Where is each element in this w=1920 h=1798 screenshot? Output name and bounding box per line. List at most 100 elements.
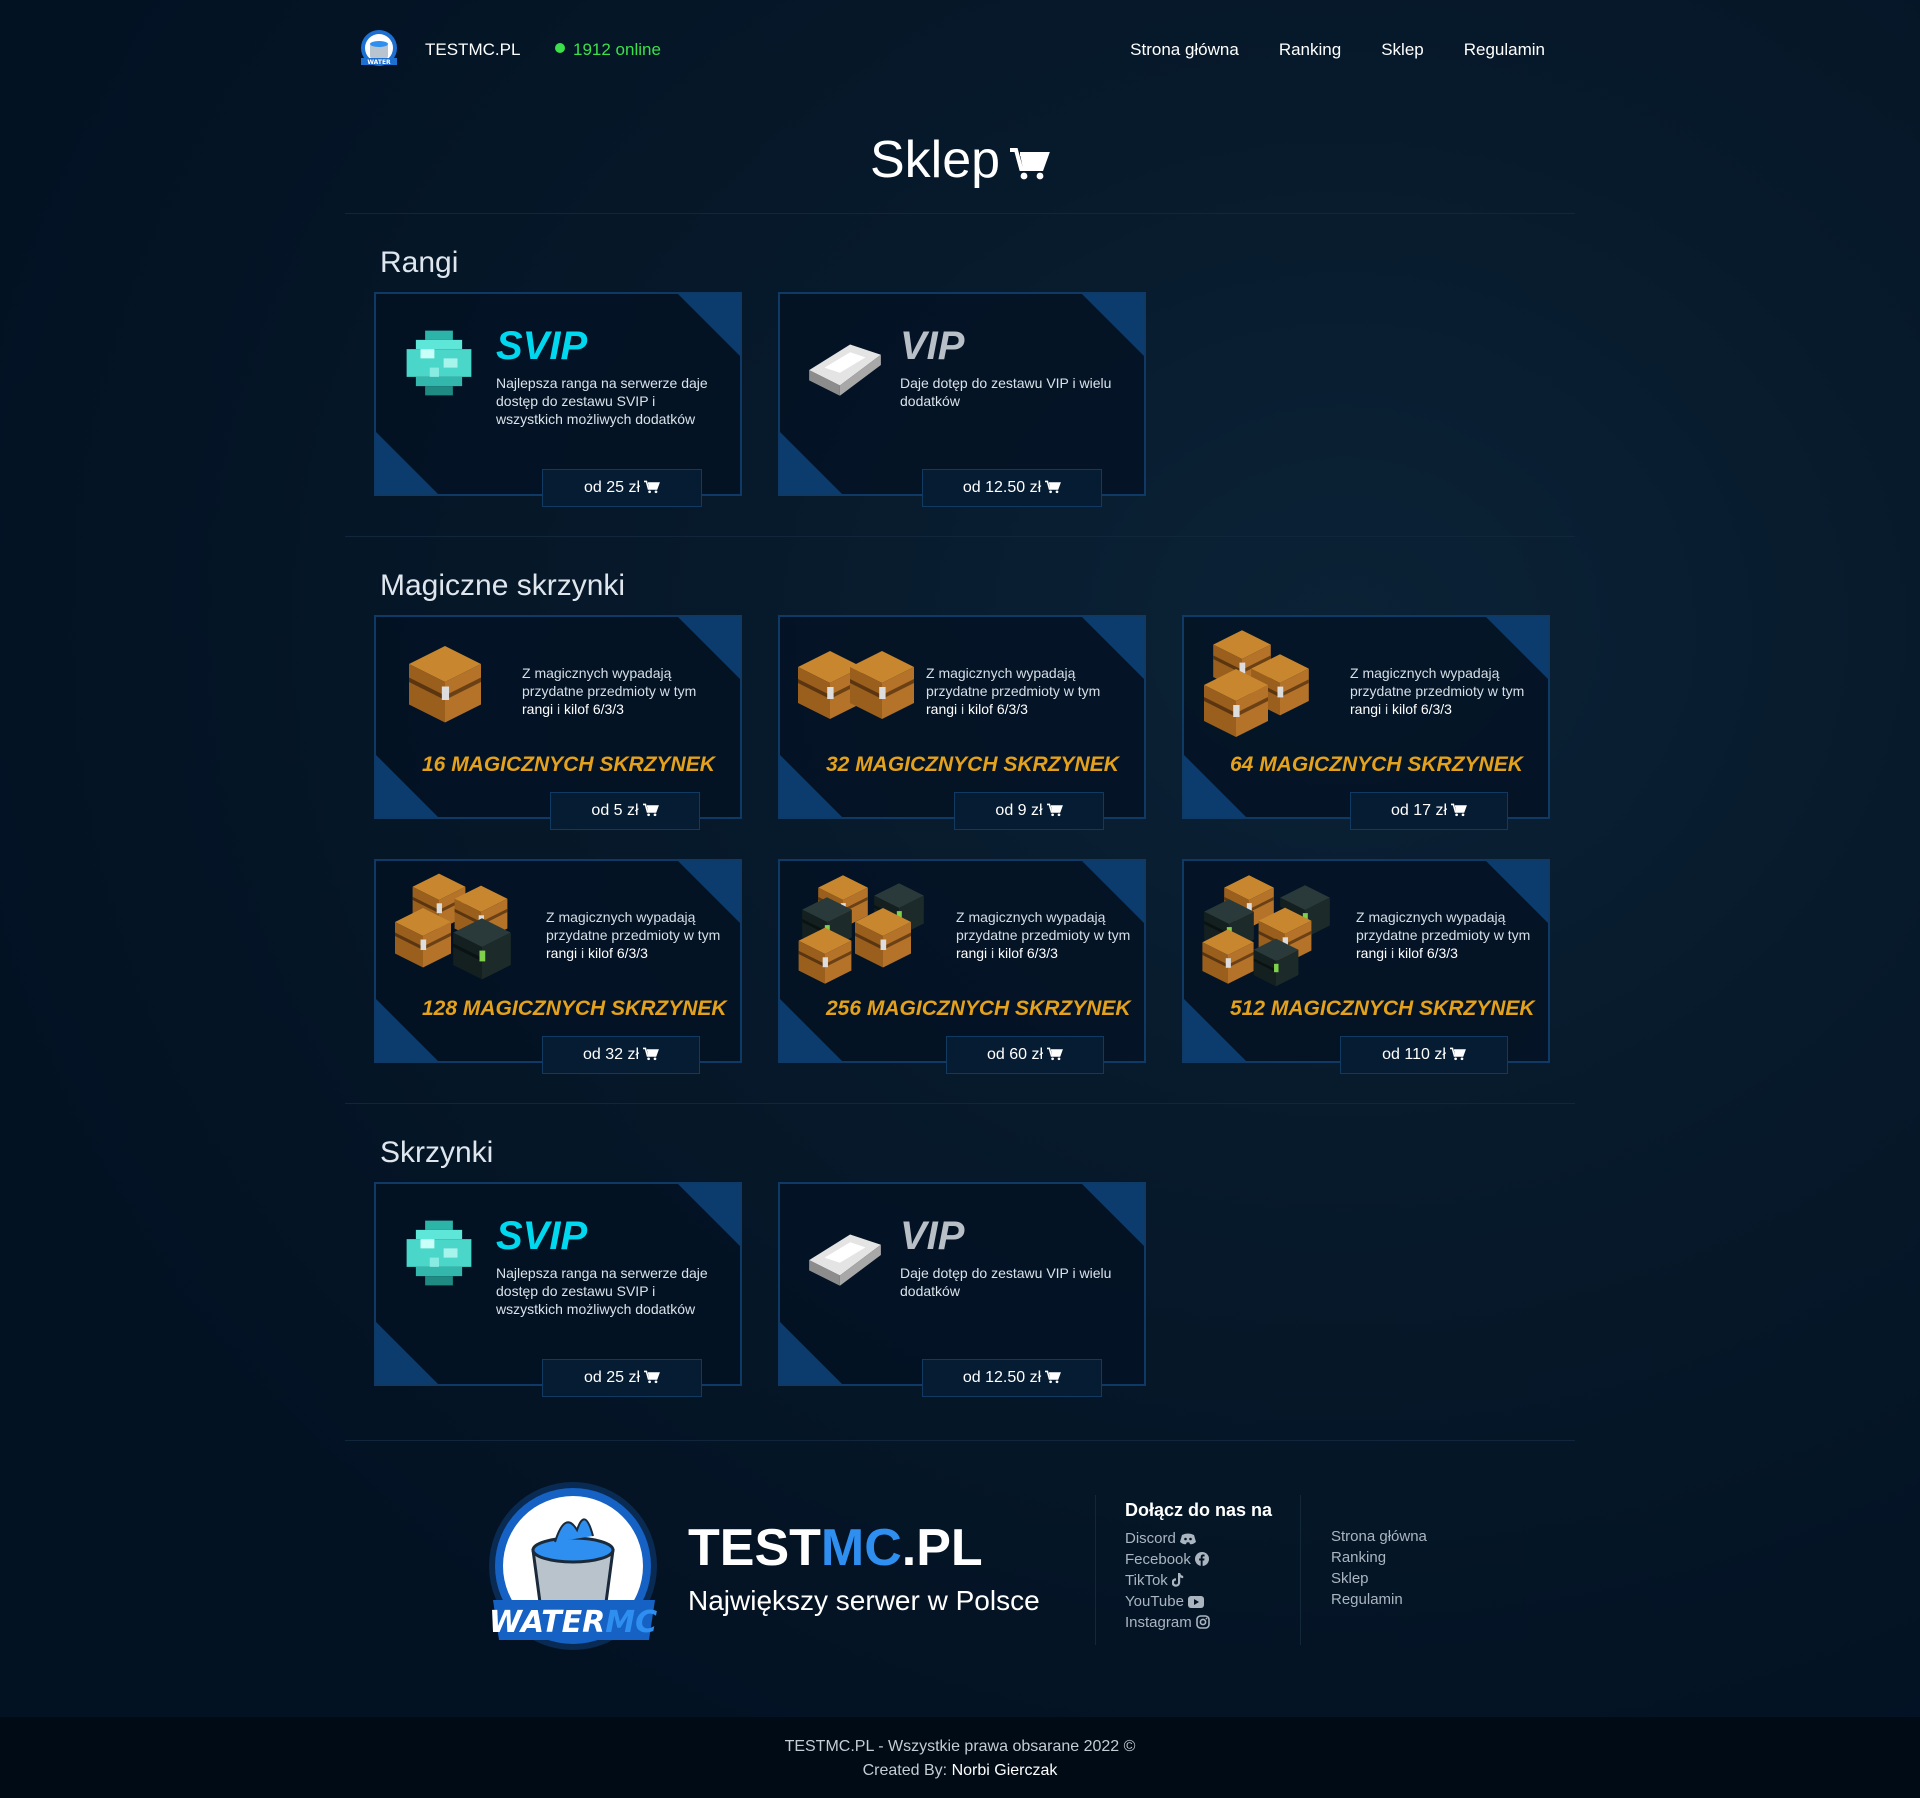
watermc-logo-icon[interactable]: WATER bbox=[357, 28, 403, 70]
desc-kilof: kilof 6/3/3 bbox=[998, 945, 1058, 961]
ender-chest-icon bbox=[1248, 933, 1304, 989]
social-link-facebook[interactable]: Fecebook bbox=[1125, 1549, 1210, 1570]
footer-brand: TESTMC.PL bbox=[688, 1518, 983, 1578]
cart-icon bbox=[1047, 803, 1063, 817]
desc-kilof: kilof 6/3/3 bbox=[564, 701, 624, 717]
cart-icon bbox=[1047, 1047, 1063, 1061]
buy-button[interactable]: od 12.50 zł bbox=[922, 1359, 1102, 1397]
nav-link-rules[interactable]: Regulamin bbox=[1464, 40, 1545, 60]
social-link-tiktok[interactable]: TikTok bbox=[1125, 1570, 1210, 1591]
chest-card-64[interactable]: Z magicznych wypadają przydatne przedmio… bbox=[1182, 615, 1550, 830]
desc-rangi: rangi bbox=[956, 945, 988, 961]
desc-rangi: rangi bbox=[522, 701, 554, 717]
buy-button[interactable]: od 9 zł bbox=[954, 792, 1104, 830]
footer-tagline: Największy serwer w Polsce bbox=[688, 1585, 1040, 1616]
social-link-instagram[interactable]: Instagram bbox=[1125, 1612, 1210, 1633]
author-link[interactable]: Norbi Gierczak bbox=[952, 1762, 1058, 1779]
price-label: od 25 zł bbox=[583, 479, 641, 496]
cart-icon bbox=[1045, 1370, 1061, 1384]
desc-text: i bbox=[957, 701, 969, 717]
buy-button[interactable]: od 110 zł bbox=[1340, 1036, 1508, 1074]
card-corner bbox=[780, 1322, 842, 1384]
card-corner bbox=[678, 294, 740, 356]
section-title-magiczne: Magiczne skrzynki bbox=[380, 569, 626, 602]
social-link-youtube[interactable]: YouTube bbox=[1125, 1591, 1210, 1612]
created-by: Created By: Norbi Gierczak bbox=[0, 1762, 1920, 1780]
footer-link-ranking[interactable]: Ranking bbox=[1331, 1547, 1427, 1568]
footer-link-shop[interactable]: Sklep bbox=[1331, 1568, 1427, 1589]
rank-name: SVIP bbox=[496, 1214, 588, 1258]
cart-icon bbox=[1451, 803, 1467, 817]
copyright: TESTMC.PL - Wszystkie prawa obsarane 202… bbox=[784, 1738, 1136, 1755]
desc-text: Z magicznych wypadają przydatne przedmio… bbox=[926, 665, 1101, 699]
price-label: od 25 zł bbox=[583, 1369, 641, 1386]
bottom-bar bbox=[0, 1717, 1920, 1798]
rank-card-vip[interactable]: VIP Daje dotęp do zestawu VIP i wielu do… bbox=[778, 292, 1146, 507]
card-corner bbox=[376, 1322, 438, 1384]
chest-description: Z magicznych wypadają przydatne przedmio… bbox=[956, 908, 1156, 962]
footer-divider bbox=[1095, 1495, 1096, 1645]
chest-card-256[interactable]: Z magicznych wypadają przydatne przedmio… bbox=[778, 859, 1146, 1074]
buy-button[interactable]: od 60 zł bbox=[946, 1036, 1104, 1074]
rank-description: Najlepsza ranga na serwerze daje dostęp … bbox=[496, 375, 708, 427]
nav-link-shop[interactable]: Sklep bbox=[1381, 40, 1424, 60]
chest-name: 256 MAGICZNYCH SKRZYNEK bbox=[826, 997, 1131, 1020]
card-corner bbox=[780, 432, 842, 494]
watermc-logo-icon: WATERMC bbox=[489, 1482, 657, 1650]
cart-icon bbox=[643, 803, 659, 817]
footer-join-title: Dołącz do nas na bbox=[1125, 1500, 1273, 1520]
nav-link-ranking[interactable]: Ranking bbox=[1279, 40, 1341, 60]
buy-button[interactable]: od 5 zł bbox=[550, 792, 700, 830]
chest-card-16[interactable]: Z magicznych wypadają przydatne przedmio… bbox=[374, 615, 742, 830]
created-label: Created By: bbox=[862, 1762, 952, 1779]
nav-links: Strona główna Ranking Sklep Regulamin bbox=[1130, 40, 1545, 60]
desc-text: Z magicznych wypadają przydatne przedmio… bbox=[522, 665, 697, 699]
page-title: Sklep bbox=[0, 130, 1920, 190]
buy-button[interactable]: od 32 zł bbox=[542, 1036, 700, 1074]
buy-button[interactable]: od 25 zł bbox=[542, 469, 702, 507]
online-count: 1912 online bbox=[555, 40, 661, 60]
nav-brand[interactable]: TESTMC.PL bbox=[425, 40, 520, 60]
desc-rangi: rangi bbox=[546, 945, 578, 961]
chest-name: 64 MAGICZNYCH SKRZYNEK bbox=[1230, 753, 1523, 776]
social-link-discord[interactable]: Discord bbox=[1125, 1528, 1210, 1549]
price-label: od 5 zł bbox=[591, 802, 639, 819]
rank-description: Daje dotęp do zestawu VIP i wielu dodatk… bbox=[900, 1265, 1112, 1299]
chest-card-128[interactable]: Z magicznych wypadają przydatne przedmio… bbox=[374, 859, 742, 1074]
footer-link-home[interactable]: Strona główna bbox=[1331, 1526, 1427, 1547]
buy-button[interactable]: od 17 zł bbox=[1350, 792, 1508, 830]
chest-icon bbox=[400, 637, 490, 727]
divider bbox=[345, 213, 1575, 214]
cart-icon bbox=[1010, 147, 1050, 181]
price-label: od 9 zł bbox=[995, 802, 1043, 819]
buy-button[interactable]: od 12.50 zł bbox=[922, 469, 1102, 507]
crate-card-svip[interactable]: SVIP Najlepsza ranga na serwerze daje do… bbox=[374, 1182, 742, 1397]
facebook-icon bbox=[1194, 1552, 1209, 1566]
nav-link-home[interactable]: Strona główna bbox=[1130, 40, 1239, 60]
crate-card-vip[interactable]: VIP Daje dotęp do zestawu VIP i wielu do… bbox=[778, 1182, 1146, 1397]
cart-icon bbox=[644, 1370, 660, 1384]
svg-text:WATERMC: WATERMC bbox=[489, 1605, 657, 1640]
price-label: od 60 zł bbox=[986, 1046, 1044, 1063]
chest-name: 128 MAGICZNYCH SKRZYNEK bbox=[422, 997, 727, 1020]
desc-text: Z magicznych wypadają przydatne przedmio… bbox=[546, 909, 721, 943]
discord-icon bbox=[1179, 1533, 1196, 1545]
rank-name: SVIP bbox=[496, 324, 588, 368]
chest-card-32[interactable]: Z magicznych wypadają przydatne przedmio… bbox=[778, 615, 1146, 830]
page-title-text: Sklep bbox=[869, 131, 1001, 189]
cart-icon bbox=[1450, 1047, 1466, 1061]
online-dot-icon bbox=[555, 43, 565, 53]
social-label: Fecebook bbox=[1125, 1551, 1191, 1568]
price-label: od 12.50 zł bbox=[962, 479, 1042, 496]
chest-card-512[interactable]: Z magicznych wypadają przydatne przedmio… bbox=[1182, 859, 1550, 1074]
price-label: od 12.50 zł bbox=[962, 1369, 1042, 1386]
chest-description: Z magicznych wypadają przydatne przedmio… bbox=[1350, 664, 1550, 718]
footer-link-rules[interactable]: Regulamin bbox=[1331, 1589, 1427, 1610]
desc-kilof: kilof 6/3/3 bbox=[968, 701, 1028, 717]
rank-card-svip[interactable]: SVIP Najlepsza ranga na serwerze daje do… bbox=[374, 292, 742, 507]
desc-text: i bbox=[553, 701, 565, 717]
desc-text: i bbox=[1387, 945, 1399, 961]
desc-rangi: rangi bbox=[1356, 945, 1388, 961]
buy-button[interactable]: od 25 zł bbox=[542, 1359, 702, 1397]
social-label: TikTok bbox=[1125, 1572, 1168, 1589]
